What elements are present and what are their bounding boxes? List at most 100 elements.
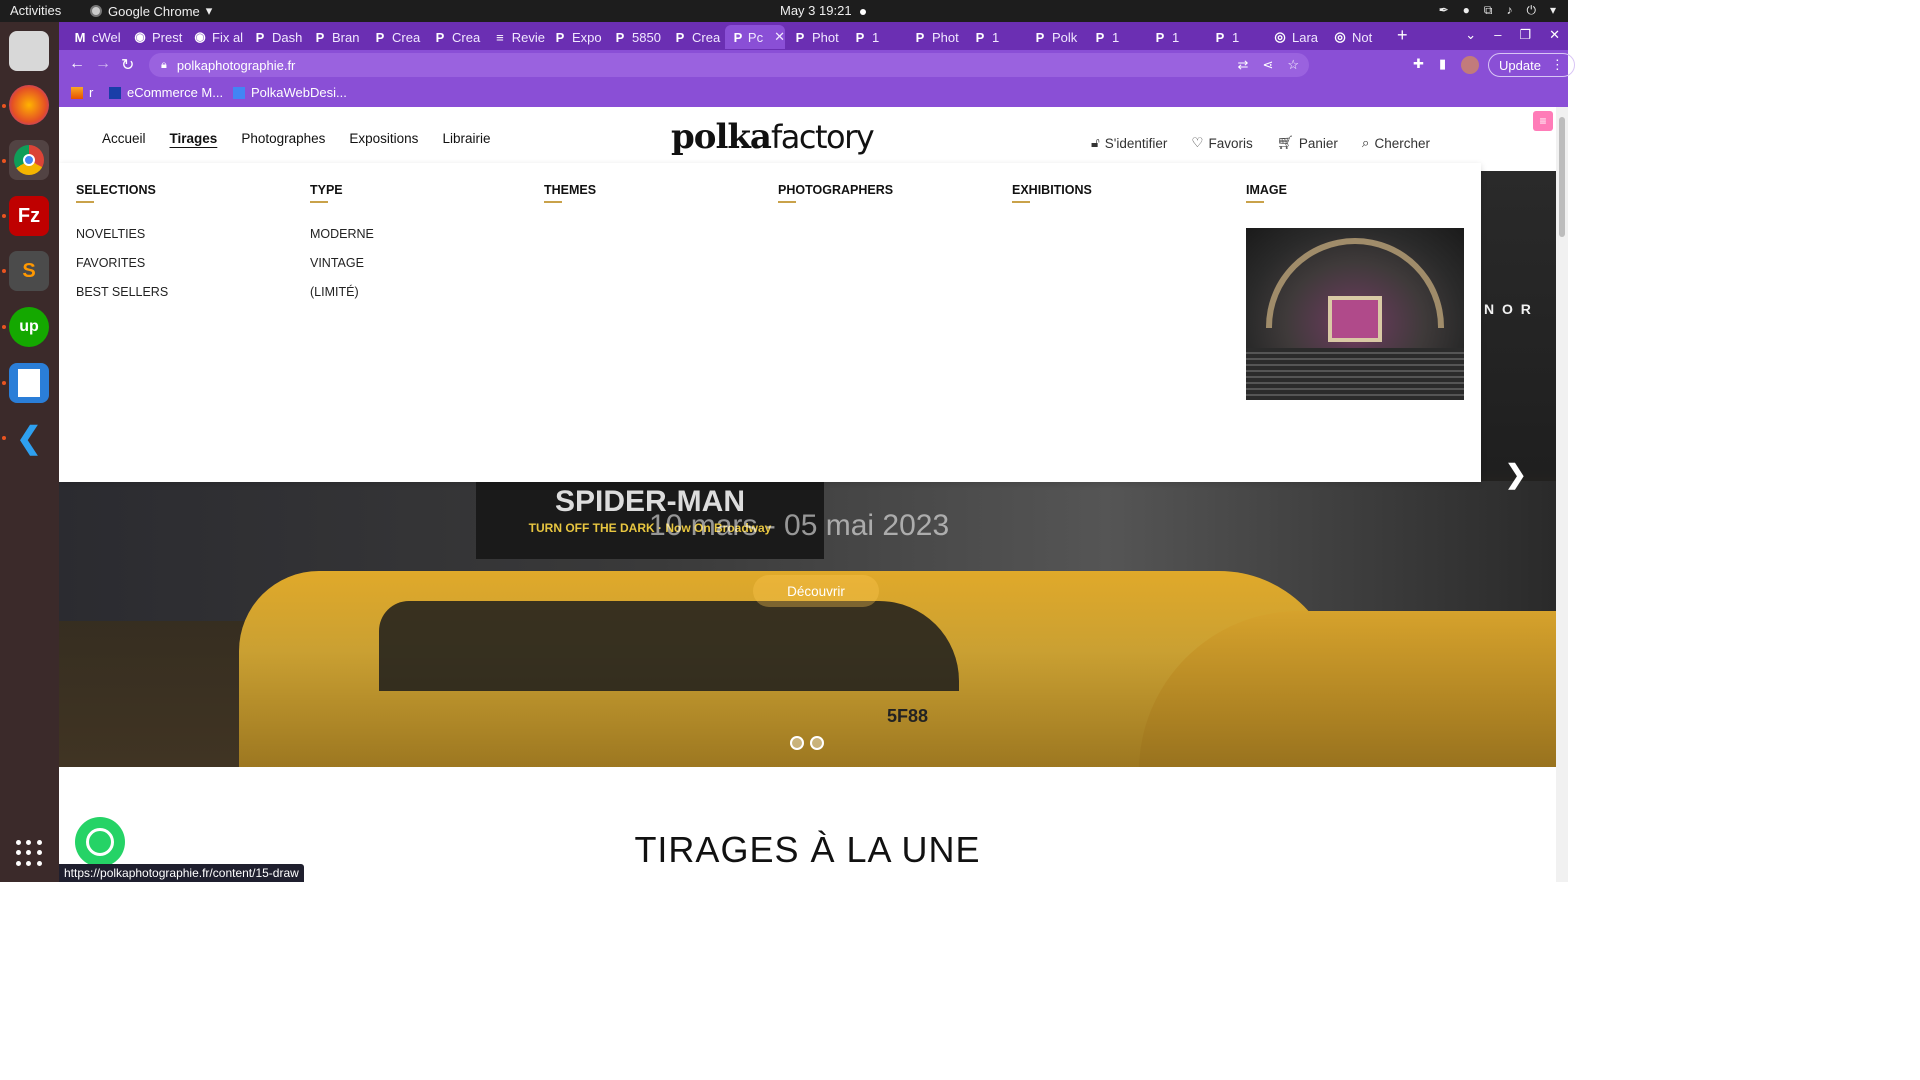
- whatsapp-icon[interactable]: [75, 817, 125, 867]
- mega-link-limite[interactable]: (LIMITÉ): [310, 285, 540, 299]
- tab-strip: ◎ Not ◎ Lara P 1 P 1 P 1 P Polk P 1 P Phot P 1 P Phot P Pc ✕ P C…: [59, 22, 1568, 50]
- tirages-mega-menu: SELECTIONS NOVELTIES FAVORITES BEST SELL…: [59, 163, 1481, 482]
- running-indicator: [2, 104, 6, 108]
- tab-search-icon[interactable]: ⌄: [1465, 27, 1476, 43]
- browser-tab[interactable]: P1: [845, 25, 905, 49]
- browser-tab[interactable]: P Dash: [245, 25, 305, 49]
- filezilla-app-icon[interactable]: Fz: [9, 196, 49, 236]
- side-panel-icon[interactable]: ▮: [1439, 56, 1446, 72]
- browser-tab[interactable]: ≡ Revie: [485, 25, 545, 49]
- browser-tab[interactable]: P 5850: [605, 25, 665, 49]
- upwork-app-icon[interactable]: up: [9, 307, 49, 347]
- scrollbar-thumb[interactable]: [1559, 117, 1565, 237]
- tab-favicon-icon: P: [675, 29, 685, 45]
- bookmark-item[interactable]: PolkaWebDesi...: [233, 85, 347, 100]
- mega-link-vintage[interactable]: VINTAGE: [310, 256, 540, 270]
- tab-favicon-icon: P: [795, 29, 805, 45]
- forward-icon[interactable]: →: [95, 55, 111, 73]
- login-link[interactable]: 🔓︎ S'identifier: [1091, 135, 1167, 151]
- running-indicator: [2, 325, 6, 329]
- browser-tab[interactable]: P Expo: [545, 25, 605, 49]
- browser-tab[interactable]: P1: [965, 25, 1025, 49]
- browser-tab[interactable]: P Phot: [905, 25, 965, 49]
- site-logo[interactable]: polkafactory: [671, 117, 875, 157]
- activities-button[interactable]: Activities: [10, 3, 61, 18]
- running-indicator: [2, 269, 6, 273]
- browser-tab[interactable]: P Crea: [665, 25, 725, 49]
- tab-close-icon[interactable]: ✕: [774, 29, 785, 45]
- new-tab-button[interactable]: +: [1397, 25, 1408, 46]
- browser-tab[interactable]: P Bran: [305, 25, 365, 49]
- bookmarks-bar: r eCommerce M... PolkaWebDesi...: [59, 80, 1568, 107]
- tab-label: 1: [992, 29, 1000, 45]
- show-apps-icon[interactable]: [16, 840, 42, 866]
- nav-tirages[interactable]: Tirages: [170, 131, 218, 146]
- tab-label: Not: [1352, 29, 1373, 45]
- browser-tab[interactable]: P1: [1085, 25, 1145, 49]
- mega-link-favorites[interactable]: FAVORITES: [76, 256, 306, 270]
- nav-photographes[interactable]: Photographes: [241, 131, 325, 146]
- search-link[interactable]: ⌕ Chercher: [1362, 135, 1430, 151]
- reload-icon[interactable]: ↻: [121, 55, 134, 75]
- system-tray[interactable]: ✒ ● ⧉ ♪ ⏻ ▾: [1439, 3, 1556, 18]
- profile-avatar[interactable]: [1461, 56, 1479, 74]
- vscode-app-icon[interactable]: ❮: [9, 418, 49, 458]
- browser-tab[interactable]: ◎ Lara: [1265, 25, 1325, 49]
- browser-tab[interactable]: P1: [1145, 25, 1205, 49]
- favorites-link[interactable]: ♡ Favoris: [1191, 135, 1252, 151]
- tab-favicon-icon: ◎: [1334, 29, 1346, 44]
- mega-col-themes: THEMES: [544, 183, 774, 203]
- browser-tab[interactable]: P Crea: [425, 25, 485, 49]
- page-scrollbar[interactable]: [1556, 107, 1568, 882]
- bookmark-item[interactable]: r: [71, 85, 93, 100]
- browser-tab[interactable]: McWel: [65, 25, 125, 49]
- taxi-plate: 5F88: [887, 706, 929, 726]
- browser-tab[interactable]: P1: [1205, 25, 1265, 49]
- share-icon[interactable]: ⋖: [1262, 57, 1273, 73]
- lock-icon[interactable]: 🔒︎: [161, 59, 167, 72]
- tab-favicon-icon: ◎: [1274, 29, 1286, 44]
- mega-link-novelties[interactable]: NOVELTIES: [76, 227, 306, 241]
- files-app-icon[interactable]: [9, 31, 49, 71]
- nav-accueil[interactable]: Accueil: [102, 131, 146, 146]
- browser-tab[interactable]: ◉ Prest: [125, 25, 185, 49]
- side-menu-icon[interactable]: ≡: [1533, 111, 1553, 131]
- close-icon[interactable]: ✕: [1549, 27, 1560, 43]
- nav-expositions[interactable]: Expositions: [349, 131, 418, 146]
- running-indicator: [2, 436, 6, 440]
- cart-link[interactable]: 🛒︎ Panier: [1277, 135, 1338, 151]
- bookmark-item[interactable]: eCommerce M...: [109, 85, 223, 100]
- extensions-icon[interactable]: ✚: [1413, 56, 1424, 72]
- browser-tab[interactable]: ◉ Fix al: [185, 25, 245, 49]
- slider-dot[interactable]: [790, 736, 804, 750]
- back-icon[interactable]: ←: [69, 55, 85, 73]
- slider-next-arrow-icon[interactable]: ❯: [1505, 459, 1527, 490]
- browser-tab[interactable]: P Phot: [785, 25, 845, 49]
- sublime-text-app-icon[interactable]: S: [9, 251, 49, 291]
- browser-tab[interactable]: P Polk: [1025, 25, 1085, 49]
- update-button[interactable]: Update ⋮: [1488, 53, 1575, 77]
- tab-favicon-icon: P: [555, 29, 565, 45]
- mega-link-best-sellers[interactable]: BEST SELLERS: [76, 285, 306, 299]
- mega-menu-theatre-image[interactable]: [1246, 228, 1464, 400]
- tab-label: Bran: [332, 29, 360, 45]
- browser-tab-active[interactable]: P Pc ✕: [725, 25, 785, 49]
- writer-app-icon[interactable]: [9, 363, 49, 403]
- discover-button[interactable]: Découvrir: [753, 575, 879, 607]
- minimize-icon[interactable]: –: [1494, 27, 1501, 43]
- address-bar[interactable]: 🔒︎ polkaphotographie.fr ⇄ ⋖ ☆: [149, 53, 1309, 77]
- chrome-app-icon[interactable]: [9, 140, 49, 180]
- logo-light: factory: [770, 118, 875, 156]
- search-icon: ⌕: [1361, 135, 1370, 150]
- firefox-app-icon[interactable]: [9, 85, 49, 125]
- translate-icon[interactable]: ⇄: [1238, 57, 1249, 73]
- maximize-icon[interactable]: ❐: [1519, 27, 1531, 43]
- browser-tab[interactable]: P Crea: [365, 25, 425, 49]
- bookmark-star-icon[interactable]: ☆: [1287, 57, 1299, 73]
- clock[interactable]: May 3 19:21: [780, 3, 866, 18]
- browser-tab[interactable]: ◎ Not: [1325, 25, 1385, 49]
- mega-link-moderne[interactable]: MODERNE: [310, 227, 540, 241]
- nav-librairie[interactable]: Librairie: [442, 131, 490, 146]
- slider-dot[interactable]: [810, 736, 824, 750]
- app-menu[interactable]: Google Chrome ▾: [90, 3, 212, 19]
